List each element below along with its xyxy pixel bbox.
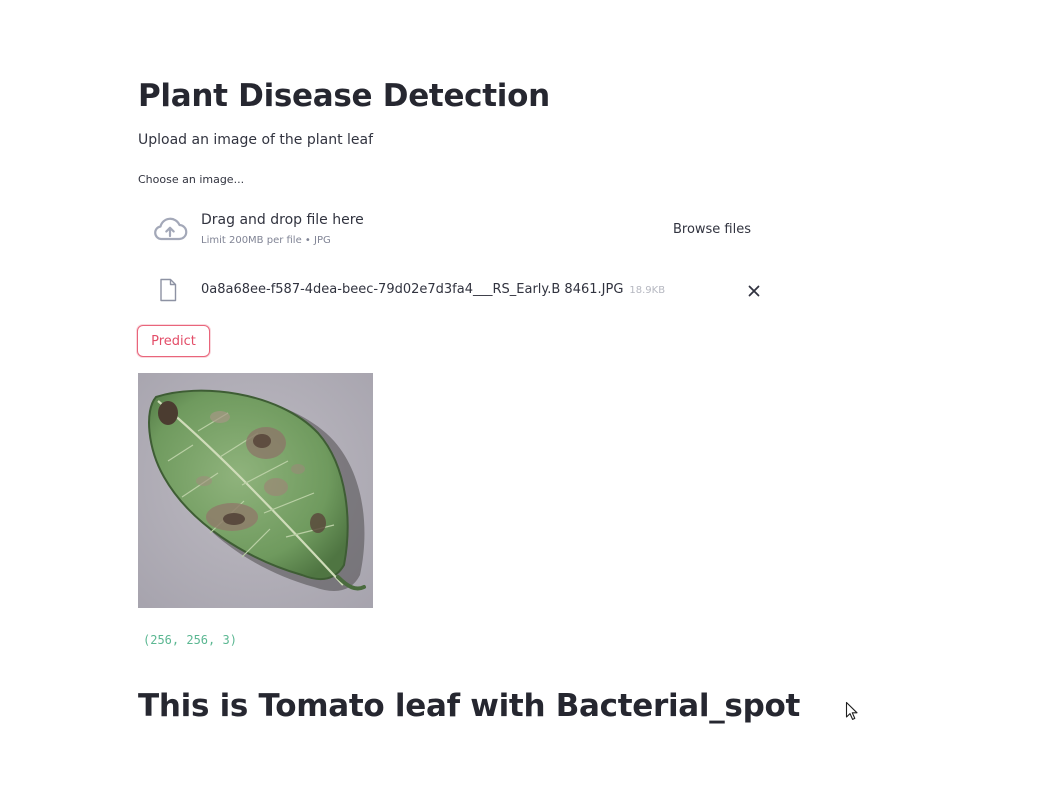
dropzone-instructions: Drag and drop file here — [201, 212, 364, 228]
dropzone-file-limit: Limit 200MB per file • JPG — [201, 235, 331, 246]
browse-files-button[interactable]: Browse files — [658, 213, 766, 245]
prediction-result: This is Tomato leaf with Bacterial_spot — [138, 688, 800, 724]
uploaded-file-name: 0a8a68ee-f587-4dea-beec-79d02e7d3fa4___R… — [201, 282, 665, 297]
uploaded-file-size: 18.9KB — [629, 285, 666, 296]
file-uploader-label: Choose an image... — [138, 173, 245, 186]
predict-button[interactable]: Predict — [137, 325, 210, 357]
app-page: Plant Disease Detection Upload an image … — [0, 0, 1059, 804]
page-title: Plant Disease Detection — [138, 78, 550, 114]
mouse-cursor-icon — [845, 701, 858, 720]
uploaded-file-row: 0a8a68ee-f587-4dea-beec-79d02e7d3fa4___R… — [138, 274, 768, 306]
image-shape-output: (256, 256, 3) — [143, 633, 237, 647]
cloud-upload-icon — [154, 217, 188, 241]
close-icon — [748, 285, 760, 297]
file-name-text: 0a8a68ee-f587-4dea-beec-79d02e7d3fa4___R… — [201, 282, 624, 297]
page-subtitle: Upload an image of the plant leaf — [138, 132, 374, 148]
file-icon — [160, 278, 177, 302]
remove-file-button[interactable] — [742, 279, 766, 303]
file-dropzone[interactable]: Drag and drop file here Limit 200MB per … — [138, 200, 768, 258]
uploaded-leaf-image — [138, 373, 373, 608]
